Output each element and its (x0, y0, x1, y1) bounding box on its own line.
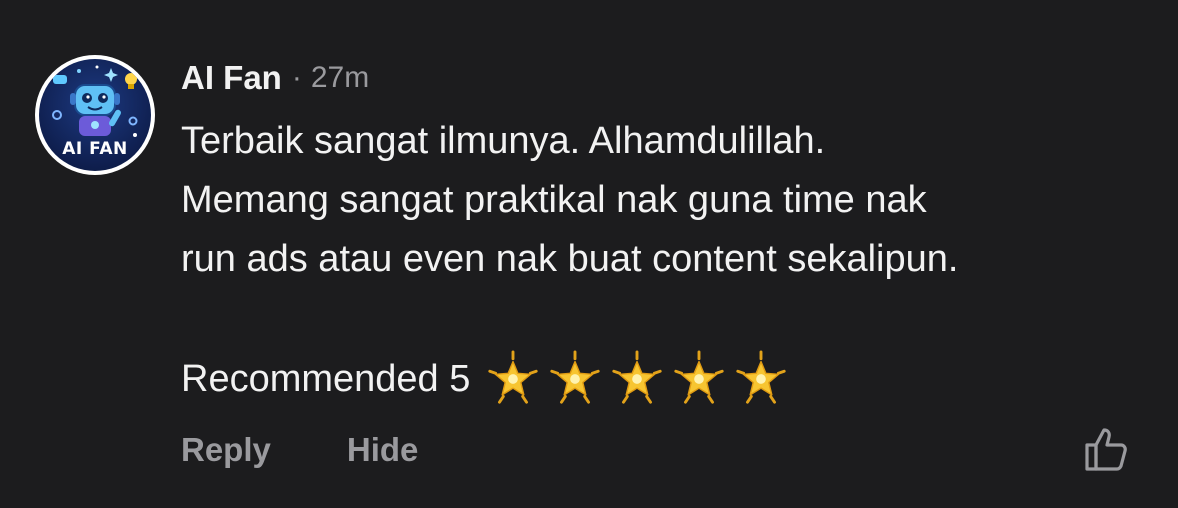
comment-header: AI Fan · 27m (181, 56, 369, 100)
glowing-star-icon (550, 350, 601, 404)
glowing-star-icon (736, 350, 787, 404)
reply-button[interactable]: Reply (181, 431, 271, 469)
glowing-star-icon (488, 350, 539, 404)
comment-body-line: run ads atau even nak buat content sekal… (181, 238, 959, 280)
timestamp: 27m (310, 61, 370, 94)
thumbs-up-icon (1085, 428, 1127, 471)
like-button[interactable] (1082, 424, 1132, 474)
comment-body-line: Memang sangat praktikal nak guna time na… (181, 179, 927, 221)
star-rating (484, 350, 794, 408)
comment-body-line: Terbaik sangat ilmunya. Alhamdulillah. (181, 120, 826, 162)
recommendation-line: Recommended 5 (181, 349, 794, 409)
robot-avatar-icon: AI FAN (39, 59, 151, 171)
comment-card: AI FAN AI Fan · 27m Terbaik sangat ilmun… (0, 0, 1178, 508)
avatar[interactable]: AI FAN (35, 55, 155, 175)
comment-actions: Reply Hide (181, 428, 418, 472)
recommend-text: Recommended 5 (181, 357, 471, 400)
author-name[interactable]: AI Fan (181, 59, 282, 97)
avatar-label: AI FAN (62, 139, 128, 159)
comment-body: Terbaik sangat ilmunya. Alhamdulillah. M… (181, 112, 1161, 289)
glowing-star-icon (612, 350, 663, 404)
separator-dot: · (291, 61, 302, 94)
glowing-star-icon (674, 350, 725, 404)
hide-button[interactable]: Hide (347, 431, 419, 469)
